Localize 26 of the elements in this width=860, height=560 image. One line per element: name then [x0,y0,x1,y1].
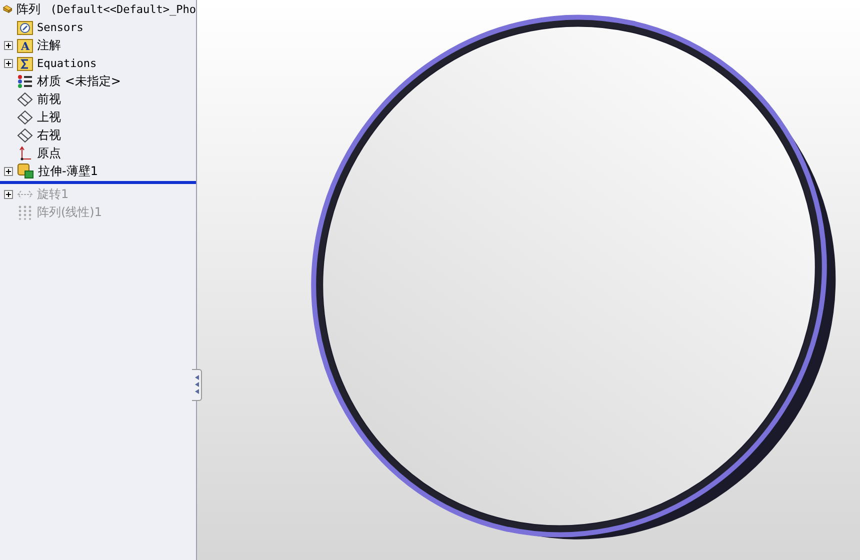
tree-item[interactable]: 注解 [37,36,61,54]
tree-item[interactable]: 上视 [37,108,61,126]
expand-icon[interactable] [4,190,13,198]
annotation-folder-icon: A [17,38,33,52]
expand-icon[interactable] [4,40,13,50]
extrude-icon [17,163,34,179]
panel-collapse-handle[interactable] [192,369,202,401]
part-name[interactable]: 阵列 [16,0,40,18]
expand-icon[interactable] [4,166,13,176]
plane-icon [17,110,33,124]
plane-icon [17,92,33,106]
tree-item[interactable]: 拉伸-薄壁1 [38,162,98,180]
expand-icon[interactable] [4,58,13,68]
sigma-folder-icon [17,56,33,70]
material-icon [17,74,33,88]
configuration-label: (Default<<Default>_Pho [50,2,196,16]
origin-icon [17,146,33,160]
tree-item[interactable]: 材质 <未指定> [37,72,121,90]
tree-item[interactable]: Equations [37,56,97,70]
tree-item[interactable]: 原点 [37,144,61,162]
plane-icon [17,128,33,142]
tree-item[interactable]: 前视 [37,90,61,108]
pattern-icon [17,204,33,220]
tree-item[interactable]: 右视 [37,126,61,144]
sensor-folder-icon [17,20,33,34]
tree-item[interactable]: Sensors [37,20,84,34]
